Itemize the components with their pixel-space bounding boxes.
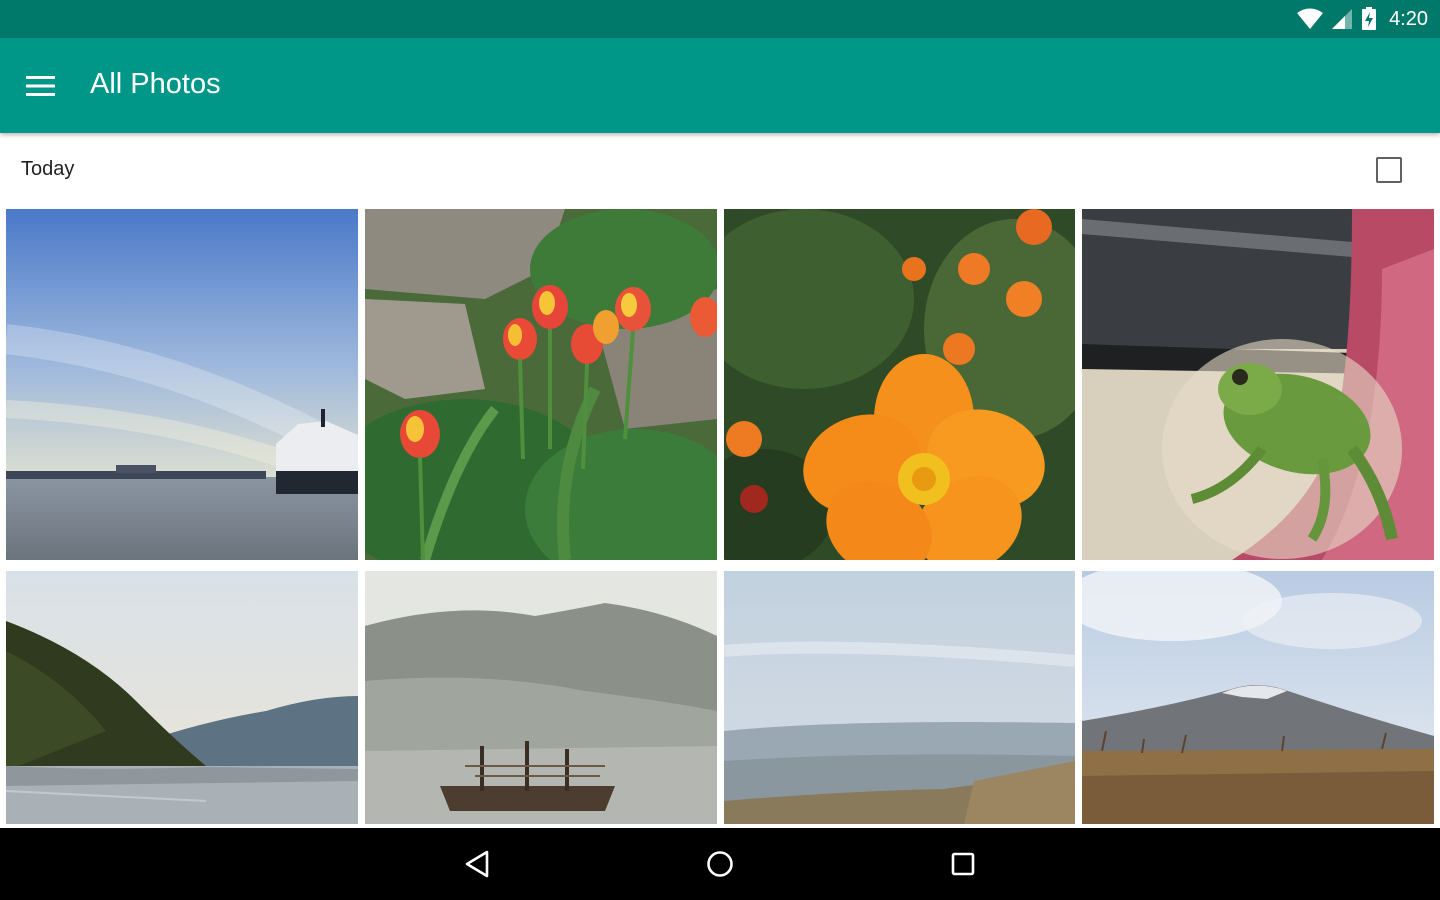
menu-button[interactable] bbox=[18, 64, 64, 108]
page-title: All Photos bbox=[90, 68, 221, 100]
orange-cosmos-image bbox=[724, 209, 1075, 560]
status-time: 4:20 bbox=[1389, 7, 1428, 30]
status-icons: 4:20 bbox=[1297, 0, 1428, 38]
photo-tree-frog[interactable] bbox=[1082, 209, 1434, 560]
hamburger-menu-icon bbox=[26, 76, 55, 96]
pirate-ship-mountain-image bbox=[365, 571, 717, 824]
app-bar: All Photos bbox=[0, 38, 1440, 133]
select-all-checkbox[interactable] bbox=[1376, 157, 1402, 183]
back-button[interactable] bbox=[452, 842, 502, 886]
battery-charging-icon bbox=[1362, 7, 1377, 30]
photo-hazy-valley[interactable] bbox=[724, 571, 1075, 824]
back-icon bbox=[465, 850, 489, 878]
lake-hills-image bbox=[6, 571, 358, 824]
hazy-valley-image bbox=[724, 571, 1075, 824]
photo-pirate-ship-mountain[interactable] bbox=[365, 571, 717, 824]
home-icon bbox=[707, 851, 733, 877]
photo-lake-hills[interactable] bbox=[6, 571, 358, 824]
section-label: Today bbox=[21, 158, 75, 180]
status-bar: 4:20 bbox=[0, 0, 1440, 38]
photo-grid bbox=[0, 208, 1440, 828]
harbor-sunset-image bbox=[6, 209, 358, 560]
navigation-bar bbox=[0, 828, 1440, 900]
photo-orange-cosmos[interactable] bbox=[724, 209, 1075, 560]
home-button[interactable] bbox=[695, 842, 745, 886]
photo-harbor-sunset[interactable] bbox=[6, 209, 358, 560]
recents-icon bbox=[951, 852, 975, 876]
tulips-image bbox=[365, 209, 717, 560]
photo-tulips[interactable] bbox=[365, 209, 717, 560]
section-header: Today bbox=[0, 133, 1440, 208]
tree-frog-image bbox=[1082, 209, 1434, 560]
photo-mount-fuji[interactable] bbox=[1082, 571, 1434, 824]
mount-fuji-image bbox=[1082, 571, 1434, 824]
wifi-icon bbox=[1297, 8, 1324, 29]
cellular-signal-icon bbox=[1332, 9, 1353, 29]
recents-button[interactable] bbox=[938, 842, 988, 886]
